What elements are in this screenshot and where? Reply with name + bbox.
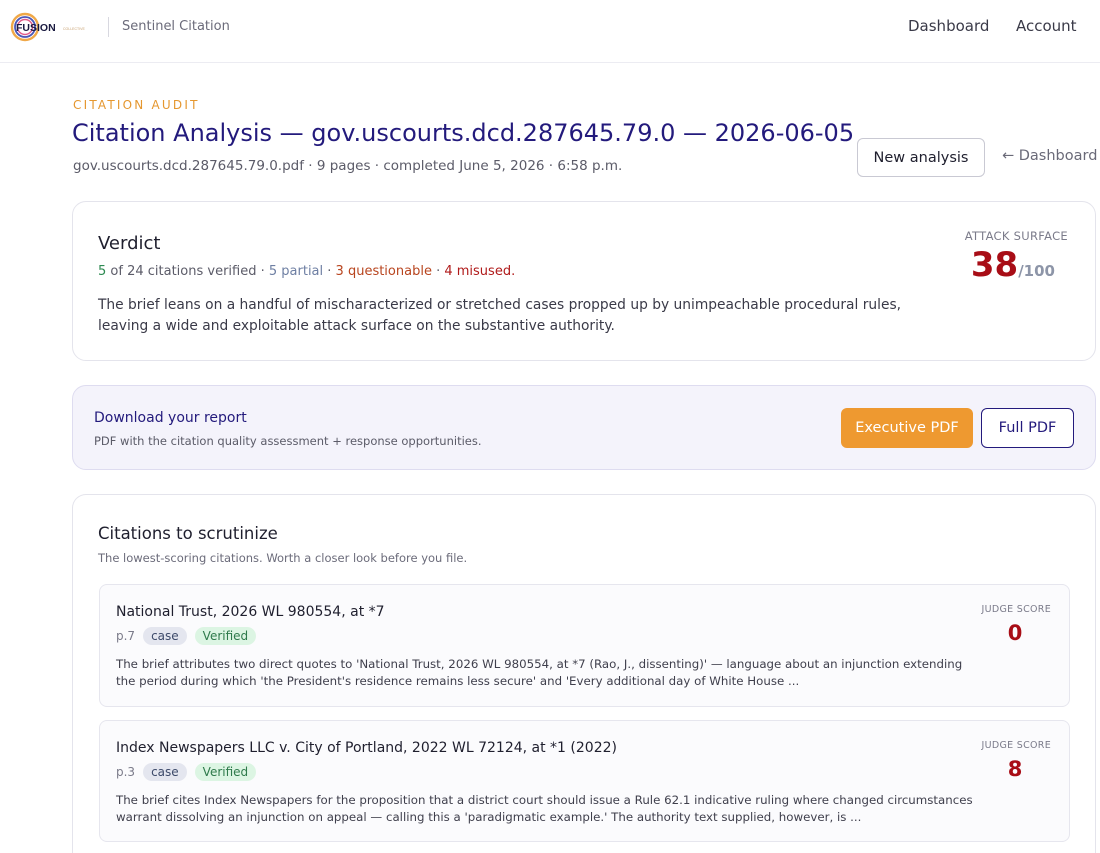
document-meta: gov.uscourts.dcd.287645.79.0.pdf · 9 pag… [73, 158, 623, 174]
judge-score-value: 8 [1007, 757, 1023, 781]
verified-suffix: citations verified · [143, 264, 269, 279]
verdict-title: Verdict [98, 233, 161, 254]
questionable-count: 3 questionable [335, 264, 432, 279]
verdict-card: Verdict 5 of 24 citations verified · 5 p… [72, 201, 1096, 361]
citation-item[interactable]: National Trust, 2026 WL 980554, at *7 p.… [99, 584, 1070, 707]
top-bar: FUSION COLLECTIVE Sentinel Citation Dash… [0, 0, 1100, 63]
page-eyebrow: CITATION AUDIT [73, 98, 200, 112]
logo-subtext: COLLECTIVE [63, 27, 85, 31]
attack-surface-score: 38/100 [971, 245, 1055, 285]
citation-name: Index Newspapers LLC v. City of Portland… [116, 740, 617, 756]
total-count: 24 [127, 264, 144, 279]
judge-score-label: JUDGE SCORE [981, 740, 1051, 751]
judge-score-label: JUDGE SCORE [981, 604, 1051, 615]
citation-status-badge: Verified [194, 627, 257, 645]
nav-dashboard[interactable]: Dashboard [908, 17, 989, 35]
back-to-dashboard-link[interactable]: ← Dashboard [1002, 148, 1097, 164]
logo-divider [108, 17, 109, 37]
citation-type-badge: case [143, 627, 187, 645]
nav-account[interactable]: Account [1016, 17, 1077, 35]
citation-page: p.3 [116, 765, 136, 779]
citation-description: The brief cites Index Newspapers for the… [116, 793, 973, 824]
partial-count: 5 partial [268, 264, 324, 279]
attack-surface-value: 38 [970, 245, 1019, 285]
citation-name: National Trust, 2026 WL 980554, at *7 [116, 604, 385, 620]
citation-tags: p.7 case Verified [116, 627, 257, 645]
download-report-banner: Download your report PDF with the citati… [72, 385, 1096, 470]
attack-surface-max: /100 [1018, 262, 1055, 280]
citation-type-badge: case [143, 763, 187, 781]
verdict-summary: The brief leans on a handful of mischara… [98, 297, 902, 334]
page-title: Citation Analysis — gov.uscourts.dcd.287… [72, 119, 855, 147]
citation-item[interactable]: Index Newspapers LLC v. City of Portland… [99, 720, 1070, 842]
logo-text: FUSION [16, 22, 56, 34]
full-pdf-button[interactable]: Full PDF [981, 408, 1074, 448]
fusion-logo[interactable]: FUSION COLLECTIVE [10, 11, 98, 43]
citation-tags: p.3 case Verified [116, 763, 257, 781]
new-analysis-button[interactable]: New analysis [857, 138, 985, 177]
judge-score-value: 0 [1007, 621, 1023, 645]
product-name: Sentinel Citation [122, 19, 230, 34]
scrutinize-title: Citations to scrutinize [98, 524, 278, 543]
verdict-stats: 5 of 24 citations verified · 5 partial ·… [98, 264, 515, 279]
of-text: of [106, 264, 128, 279]
stats-separator: · [431, 264, 445, 279]
citations-scrutinize-card: Citations to scrutinize The lowest-scori… [72, 494, 1096, 853]
stats-separator: · [323, 264, 336, 279]
scrutinize-subtitle: The lowest-scoring citations. Worth a cl… [98, 551, 468, 565]
citation-page: p.7 [116, 629, 136, 643]
citation-status-badge: Verified [194, 763, 257, 781]
misused-count: 4 misused. [444, 264, 516, 279]
executive-pdf-button[interactable]: Executive PDF [841, 408, 973, 448]
citation-description: The brief attributes two direct quotes t… [116, 657, 963, 688]
attack-surface-label: ATTACK SURFACE [964, 229, 1068, 243]
download-title: Download your report [94, 410, 247, 426]
download-subtitle: PDF with the citation quality assessment… [94, 434, 482, 448]
